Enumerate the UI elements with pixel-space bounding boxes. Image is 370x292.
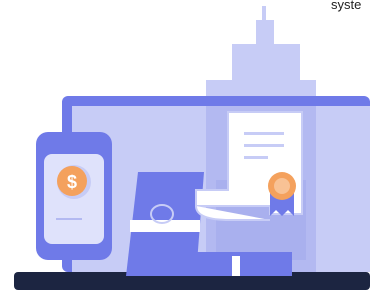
- svg-text:$: $: [67, 172, 77, 192]
- award-badge-icon: [268, 172, 296, 216]
- finance-illustration: $: [14, 6, 370, 290]
- dollar-coin-icon: $: [57, 165, 91, 199]
